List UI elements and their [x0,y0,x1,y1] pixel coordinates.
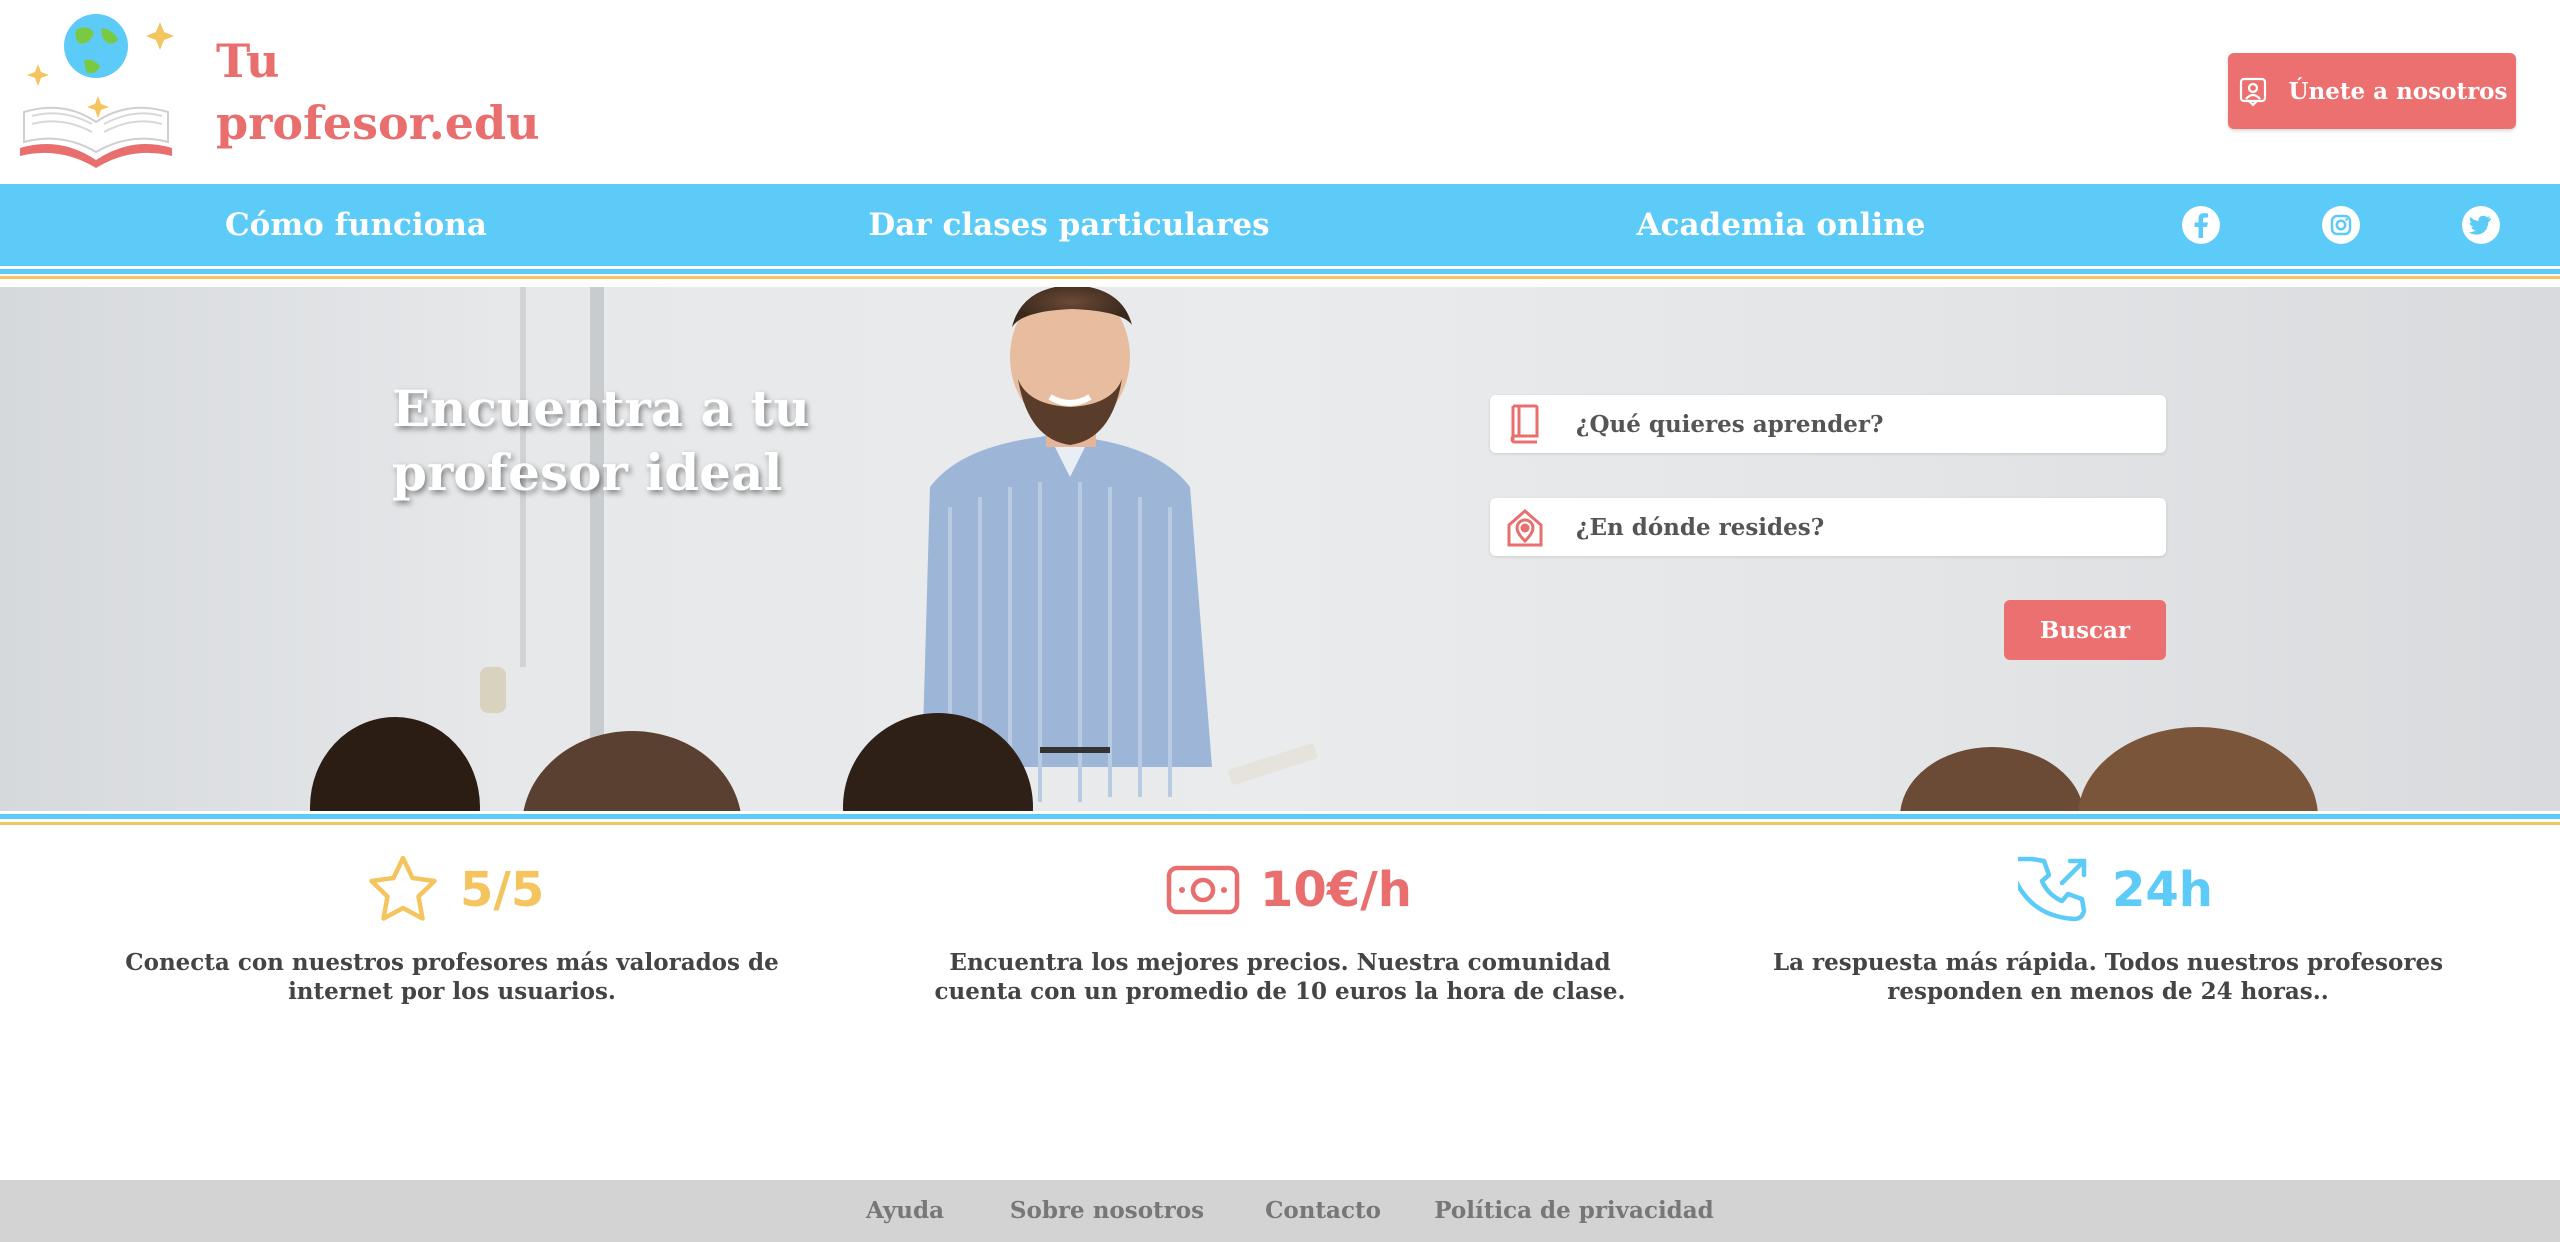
instagram-icon[interactable] [2321,205,2361,245]
footer-link-privacidad[interactable]: Política de privacidad [1434,1180,1714,1242]
join-us-label: Únete a nosotros [2288,77,2508,105]
nav-stripe-gap [0,279,2560,287]
brand-line-1: Tu [216,34,280,88]
footer-link-ayuda[interactable]: Ayuda [866,1180,944,1242]
site-header: Tu profesor.edu Únete a nosotros [0,0,2560,184]
brand-name[interactable]: Tu profesor.edu [216,30,540,154]
location-search-placeholder: ¿En dónde resides? [1576,513,1825,541]
stat-price-value: 10€/h [1260,862,1412,918]
location-search-input[interactable]: ¿En dónde resides? [1490,498,2166,556]
site-footer: Ayuda Sobre nosotros Contacto Política d… [0,1180,2560,1242]
hero-classroom-photo [310,287,2318,811]
footer-link-sobre-nosotros[interactable]: Sobre nosotros [1010,1180,1204,1242]
nav-item-academia-online[interactable]: Academia online [1637,184,1926,266]
main-nav: Cómo funciona Dar clases particulares Ac… [0,184,2560,266]
money-icon [1166,865,1240,915]
hero-banner: Encuentra a tu profesor ideal ¿Qué quier… [0,287,2560,811]
stat-rating-head: 5/5 [366,850,544,930]
user-badge-icon [2239,77,2266,107]
stat-rating-text: Conecta con nuestros profesores más valo… [125,949,779,1005]
subject-search-input[interactable]: ¿Qué quieres aprender? [1490,395,2166,453]
brand-line-2: profesor.edu [216,96,540,150]
stat-response-head: 24h [2018,850,2213,930]
stat-response-value: 24h [2112,862,2213,918]
join-us-button[interactable]: Únete a nosotros [2228,53,2516,129]
stat-response-text: La respuesta más rápida. Todos nuestros … [1772,949,2444,1005]
book-icon [1490,395,1560,453]
twitter-icon[interactable] [2461,205,2501,245]
nav-item-dar-clases[interactable]: Dar clases particulares [868,184,1269,266]
stat-price-head: 10€/h [1166,850,1412,930]
star-icon [369,855,437,921]
stat-price-text: Encuentra los mejores precios. Nuestra c… [934,949,1626,1005]
hero-title: Encuentra a tu profesor ideal [392,379,810,502]
nav-item-como-funciona[interactable]: Cómo funciona [225,184,487,266]
facebook-icon[interactable] [2181,205,2221,245]
logo-book-globe-icon[interactable] [14,8,182,168]
nav-stripe-blue [0,269,2560,274]
hero-stripe-gold [0,822,2560,825]
phone-icon [2018,856,2087,922]
footer-link-contacto[interactable]: Contacto [1265,1180,1381,1242]
home-location-icon [1490,498,1560,556]
subject-search-placeholder: ¿Qué quieres aprender? [1576,410,1884,438]
search-button[interactable]: Buscar [2004,600,2166,660]
stat-rating-value: 5/5 [460,862,545,918]
hero-stripe-blue [0,814,2560,819]
